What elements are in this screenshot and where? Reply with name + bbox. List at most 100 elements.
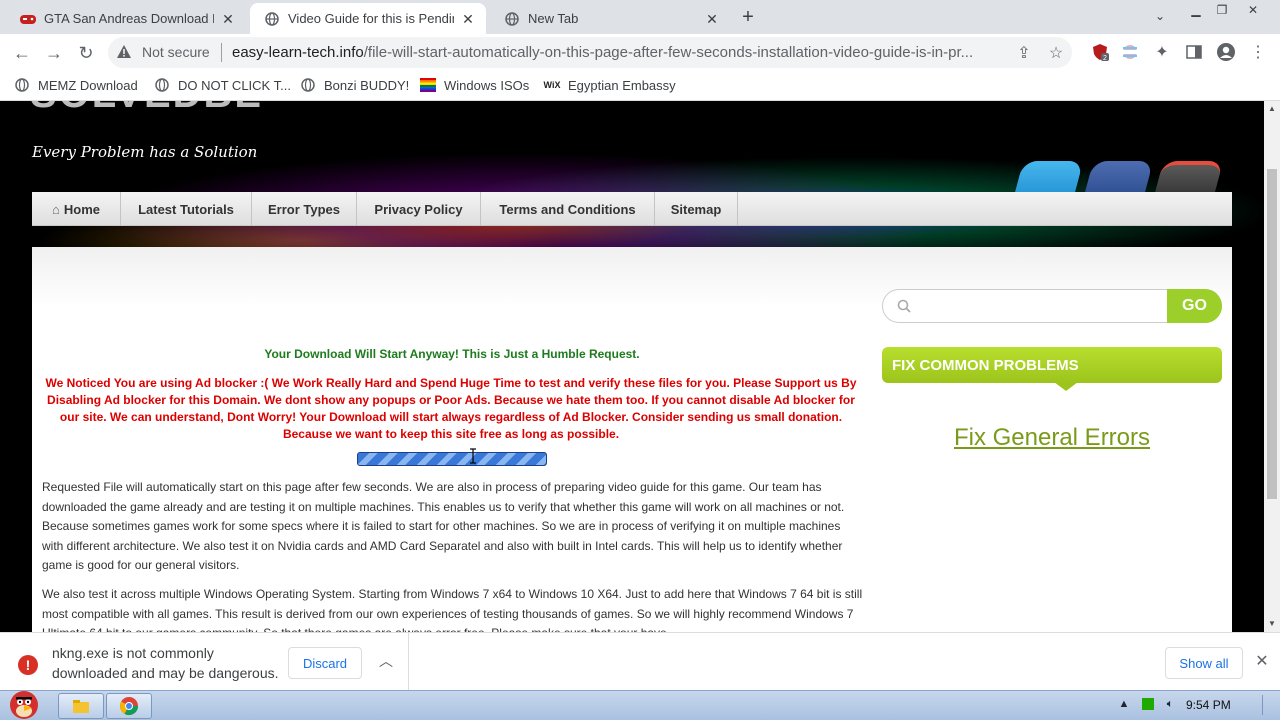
close-tab-icon[interactable]: ✕ <box>220 11 236 27</box>
wix-icon: WiX <box>543 80 561 90</box>
nav-sitemap[interactable]: Sitemap <box>655 192 738 226</box>
taskbar-chrome-icon[interactable] <box>106 693 152 719</box>
globe-icon <box>154 77 170 93</box>
divider <box>221 43 222 62</box>
scroll-down-icon[interactable]: ▼ <box>1267 619 1277 629</box>
tab-video-guide[interactable]: Video Guide for this is Pendin ✕ <box>250 3 486 34</box>
nav-label: Terms and Conditions <box>499 201 636 217</box>
new-tab-button[interactable]: + <box>738 7 758 27</box>
fix-common-problems-heading: FIX COMMON PROBLEMS <box>882 347 1222 391</box>
globe-icon <box>14 77 30 93</box>
site-logo[interactable]: SOLVEDBE <box>30 101 350 109</box>
bookmark-star-icon[interactable]: ☆ <box>1046 43 1066 63</box>
scrollbar-thumb[interactable] <box>1267 169 1277 499</box>
site-tagline: Every Problem has a Solution <box>32 143 258 161</box>
discard-button[interactable]: Discard <box>288 647 362 679</box>
nav-label: Privacy Policy <box>374 201 463 217</box>
bookmarks-bar: MEMZ Download DO NOT CLICK T... Bonzi BU… <box>0 71 1280 101</box>
globe-icon <box>264 11 280 27</box>
start-button-angry-bird-icon[interactable] <box>0 683 50 721</box>
bookmark-do-not-click[interactable]: DO NOT CLICK T... <box>154 77 291 93</box>
windows-taskbar: ▲ 🔈︎ 9:54 PM <box>0 690 1280 720</box>
volume-icon[interactable]: 🔈︎ <box>1162 696 1178 712</box>
side-panel-icon[interactable] <box>1184 42 1204 62</box>
bookmark-egyptian-embassy[interactable]: WiX Egyptian Embassy <box>544 77 676 93</box>
address-bar[interactable]: Not secure easy-learn-tech.info/file-wil… <box>108 37 1072 68</box>
taskbar-clock[interactable]: 9:54 PM <box>1186 698 1231 712</box>
tab-gta[interactable]: GTA San Andreas Download Fr ✕ <box>6 3 246 34</box>
nav-label: Error Types <box>267 201 340 217</box>
tab-new-tab[interactable]: New Tab ✕ <box>490 3 730 34</box>
flag-extension-icon[interactable] <box>1120 42 1140 62</box>
security-label[interactable]: Not secure <box>142 44 210 60</box>
bookmark-label: Windows ISOs <box>444 77 530 93</box>
profile-avatar-icon[interactable] <box>1216 42 1236 62</box>
url-text[interactable]: easy-learn-tech.info/file-will-start-aut… <box>232 44 1012 61</box>
bookmark-label: DO NOT CLICK T... <box>178 77 291 93</box>
download-warning-text: nkng.exe is not commonly downloaded and … <box>52 645 279 681</box>
globe-icon <box>300 77 316 93</box>
bookmark-label: Bonzi BUDDY! <box>324 77 410 93</box>
article-paragraph-1: Requested File will automatically start … <box>42 480 845 572</box>
text-cursor-icon <box>470 448 476 464</box>
menu-kebab-icon[interactable]: ⋮ <box>1248 42 1268 62</box>
nav-privacy-policy[interactable]: Privacy Policy <box>357 192 481 226</box>
globe-icon <box>504 11 520 27</box>
page-scrollbar[interactable]: ▲ ▼ <box>1264 101 1280 632</box>
article-paragraph-2: We also test it across multiple Windows … <box>42 587 863 632</box>
main-content: Your Download Will Start Anyway! This is… <box>32 247 1232 632</box>
bookmark-memz[interactable]: MEMZ Download <box>14 77 138 93</box>
reload-icon[interactable]: ↻ <box>74 41 98 65</box>
tab-title: Video Guide for this is Pendin <box>288 11 454 26</box>
tab-title: GTA San Andreas Download Fr <box>44 11 214 26</box>
tab-search-chevron-icon[interactable]: ⌄ <box>1150 8 1170 24</box>
url-domain: easy-learn-tech.info <box>232 44 364 61</box>
chevron-up-icon[interactable]: ︿ <box>376 651 396 671</box>
puzzle-extensions-icon[interactable]: ✦ <box>1152 42 1172 62</box>
rainbow-flag-icon <box>420 77 436 93</box>
nav-home[interactable]: ⌂ Home <box>32 192 121 226</box>
fix-general-errors-link[interactable]: Fix General Errors <box>882 424 1222 452</box>
nav-label: Latest Tutorials <box>138 201 234 217</box>
forward-arrow-icon[interactable]: → <box>42 41 66 65</box>
shield-extension-icon[interactable]: 2 <box>1090 42 1110 62</box>
browser-toolbar: ← → ↻ Not secure easy-learn-tech.info/fi… <box>0 34 1280 71</box>
extension-badge: 2 <box>1103 55 1107 61</box>
taskbar-explorer-icon[interactable] <box>58 693 104 719</box>
home-icon: ⌂ <box>52 201 60 217</box>
danger-icon: ! <box>18 655 38 675</box>
close-tab-icon[interactable]: ✕ <box>704 11 720 27</box>
bookmark-windows-isos[interactable]: Windows ISOs <box>420 77 529 93</box>
nav-label: Sitemap <box>670 201 722 217</box>
share-icon[interactable]: ⇪ <box>1014 43 1034 63</box>
site-nav-menu: ⌂ Home Latest Tutorials Error Types Priva… <box>32 192 1232 226</box>
minimize-button[interactable]: ▁ <box>1184 0 1208 20</box>
warning-icon[interactable] <box>116 44 132 60</box>
close-tab-icon[interactable]: ✕ <box>460 11 476 27</box>
gamepad-icon <box>20 11 36 27</box>
nav-error-types[interactable]: Error Types <box>252 192 357 226</box>
nav-latest-tutorials[interactable]: Latest Tutorials <box>121 192 252 226</box>
search-go-button[interactable]: GO <box>1167 289 1222 323</box>
show-desktop-button[interactable] <box>1262 695 1276 715</box>
search-icon <box>897 299 911 313</box>
download-notice-heading: Your Download Will Start Anyway! This is… <box>264 347 640 361</box>
back-arrow-icon[interactable]: ← <box>10 41 34 65</box>
bookmark-bonzi-buddy[interactable]: Bonzi BUDDY! <box>300 77 409 93</box>
close-window-button[interactable]: ✕ <box>1238 0 1268 20</box>
nav-terms-and-conditions[interactable]: Terms and Conditions <box>481 192 655 226</box>
tray-expand-icon[interactable]: ▲ <box>1116 696 1132 712</box>
page-viewport: SOLVEDBE Every Problem has a Solution ⌂H… <box>0 101 1264 632</box>
restore-button[interactable]: ❐ <box>1210 0 1234 20</box>
divider <box>408 633 409 691</box>
tab-title: New Tab <box>528 11 579 26</box>
url-path: /file-will-start-automatically-on-this-p… <box>363 44 974 61</box>
bookmark-label: MEMZ Download <box>38 77 138 93</box>
close-icon[interactable]: ✕ <box>1252 651 1272 671</box>
download-shelf: ! nkng.exe is not commonly downloaded an… <box>0 632 1280 691</box>
nav-label: Home <box>63 201 100 217</box>
scroll-up-icon[interactable]: ▲ <box>1267 104 1277 114</box>
show-all-button[interactable]: Show all <box>1165 647 1243 679</box>
adblock-notice: We Noticed You are using Ad blocker :( W… <box>45 376 857 441</box>
network-icon[interactable] <box>1140 696 1156 712</box>
